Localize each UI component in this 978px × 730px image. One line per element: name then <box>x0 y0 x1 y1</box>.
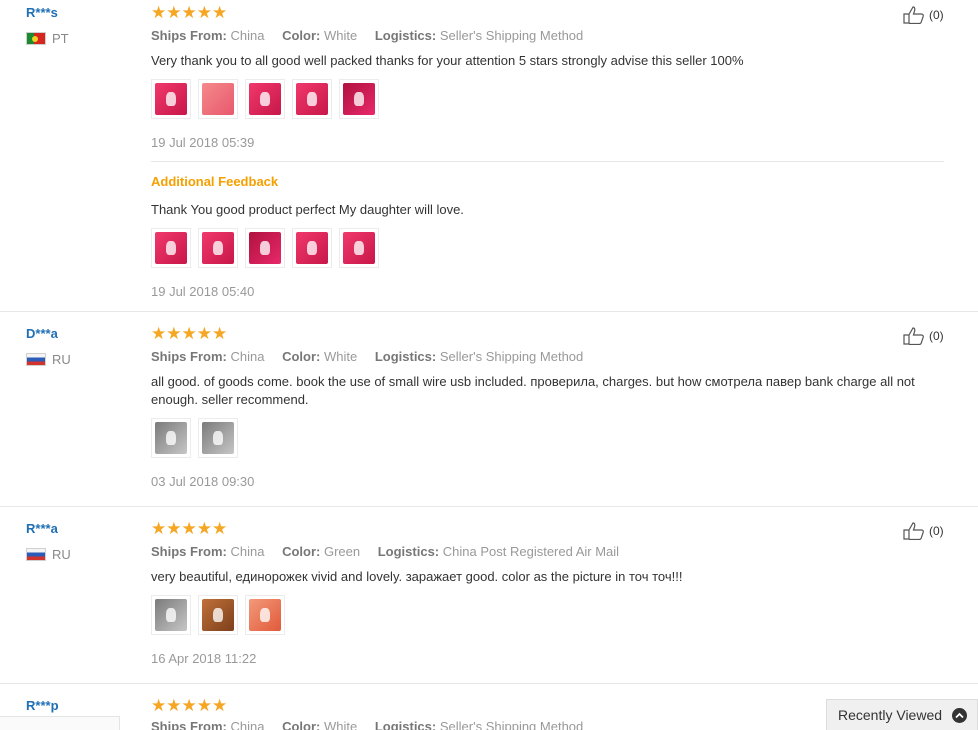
ships-from-label: Ships From: <box>151 349 227 364</box>
reviewer-name[interactable]: R***p <box>26 698 59 713</box>
review-photo[interactable] <box>292 228 332 268</box>
review-photo[interactable] <box>198 228 238 268</box>
recently-viewed-label: Recently Viewed <box>838 707 943 723</box>
divider <box>151 161 944 162</box>
thumbs-up-icon <box>903 522 924 540</box>
additional-photos <box>151 228 379 268</box>
review-text: Very thank you to all good well packed t… <box>151 53 744 68</box>
country-code: RU <box>52 352 71 367</box>
review-photo[interactable] <box>245 228 285 268</box>
bottom-left-panel-edge <box>0 716 120 730</box>
additional-feedback-label: Additional Feedback <box>151 174 279 189</box>
reviewer-name[interactable]: D***a <box>26 326 58 341</box>
ships-from-label: Ships From: <box>151 544 227 559</box>
review-photos <box>151 418 238 458</box>
ships-from-value: China <box>230 719 265 730</box>
logistics-value: Seller's Shipping Method <box>439 28 584 43</box>
reviewer-country: PT <box>26 31 69 46</box>
review-photo[interactable] <box>198 595 238 635</box>
additional-feedback-date: 19 Jul 2018 05:40 <box>151 284 255 299</box>
review-separator <box>0 506 978 507</box>
helpful-count: (0) <box>929 8 944 22</box>
helpful-button[interactable]: (0) <box>903 327 944 345</box>
review-date: 03 Jul 2018 09:30 <box>151 474 255 489</box>
color-label: Color: <box>282 28 321 43</box>
review-date: 16 Apr 2018 11:22 <box>151 651 257 666</box>
review-photo[interactable] <box>198 418 238 458</box>
reviewer-name[interactable]: R***s <box>26 5 58 20</box>
thumbs-up-icon <box>903 327 924 345</box>
color-value: White <box>323 719 358 730</box>
review-text: all good. of goods come. book the use of… <box>151 374 915 407</box>
reviewer-country: RU <box>26 352 71 367</box>
review-meta: Ships From: China Color: Green Logistics… <box>151 544 619 559</box>
helpful-count: (0) <box>929 329 944 343</box>
country-code: RU <box>52 547 71 562</box>
review-meta: Ships From: China Color: White Logistics… <box>151 28 583 43</box>
russia-flag-icon <box>26 548 46 561</box>
ships-from-label: Ships From: <box>151 719 227 730</box>
review-photo[interactable] <box>151 228 191 268</box>
ships-from-label: Ships From: <box>151 28 227 43</box>
ships-from-value: China <box>230 349 265 364</box>
review-photo[interactable] <box>339 228 379 268</box>
review-photo[interactable] <box>292 79 332 119</box>
review-photos <box>151 595 285 635</box>
review-photos <box>151 79 379 119</box>
helpful-count: (0) <box>929 524 944 538</box>
color-value: White <box>323 349 358 364</box>
helpful-button[interactable]: (0) <box>903 522 944 540</box>
logistics-label: Logistics: <box>374 28 437 43</box>
logistics-label: Logistics: <box>377 544 440 559</box>
review-separator <box>0 683 978 684</box>
review-photo[interactable] <box>339 79 379 119</box>
review-photo[interactable] <box>151 79 191 119</box>
review-meta: Ships From: China Color: White Logistics… <box>151 349 583 364</box>
color-label: Color: <box>282 544 321 559</box>
review-photo[interactable] <box>245 79 285 119</box>
logistics-value: Seller's Shipping Method <box>439 349 584 364</box>
review-separator <box>0 311 978 312</box>
logistics-value: Seller's Shipping Method <box>439 719 584 730</box>
additional-feedback-text: Thank You good product perfect My daught… <box>151 202 464 217</box>
review-meta: Ships From: China Color: White Logistics… <box>151 719 583 730</box>
ships-from-value: China <box>230 28 265 43</box>
color-value: White <box>323 28 358 43</box>
review-photo[interactable] <box>198 79 238 119</box>
portugal-flag-icon <box>26 32 46 45</box>
star-rating: ★★★★★ <box>151 3 228 22</box>
logistics-value: China Post Registered Air Mail <box>442 544 620 559</box>
review-date: 19 Jul 2018 05:39 <box>151 135 255 150</box>
chevron-up-icon <box>952 707 968 723</box>
reviewer-country: RU <box>26 547 71 562</box>
logistics-label: Logistics: <box>374 349 437 364</box>
recently-viewed-button[interactable]: Recently Viewed <box>826 699 978 730</box>
ships-from-value: China <box>230 544 265 559</box>
review-photo[interactable] <box>151 595 191 635</box>
logistics-label: Logistics: <box>374 719 437 730</box>
color-value: Green <box>323 544 361 559</box>
color-label: Color: <box>282 719 321 730</box>
helpful-button[interactable]: (0) <box>903 6 944 24</box>
review-photo[interactable] <box>245 595 285 635</box>
country-code: PT <box>52 31 69 46</box>
star-rating: ★★★★★ <box>151 519 228 538</box>
star-rating: ★★★★★ <box>151 324 228 343</box>
russia-flag-icon <box>26 353 46 366</box>
review-text: very beautiful, единорожек vivid and lov… <box>151 569 683 584</box>
reviewer-name[interactable]: R***a <box>26 521 58 536</box>
color-label: Color: <box>282 349 321 364</box>
star-rating: ★★★★★ <box>151 696 228 715</box>
review-photo[interactable] <box>151 418 191 458</box>
thumbs-up-icon <box>903 6 924 24</box>
